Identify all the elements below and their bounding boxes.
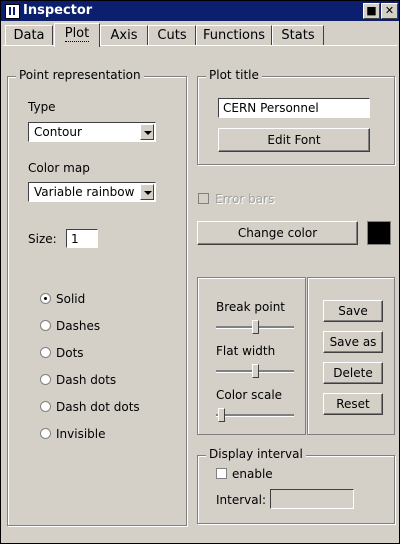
display-interval-group: Display interval enable Interval: xyxy=(197,447,395,524)
radio-solid[interactable] xyxy=(40,293,51,304)
plot-title-legend: Plot title xyxy=(206,68,262,82)
color-swatch[interactable] xyxy=(367,221,391,245)
style-label-dash-dot-dots: Dash dot dots xyxy=(56,400,140,414)
size-input[interactable]: 1 xyxy=(66,229,98,248)
color-scale-slider[interactable] xyxy=(216,408,294,422)
plot-title-input[interactable]: CERN Personnel xyxy=(218,98,370,118)
tab-functions[interactable]: Functions xyxy=(196,25,272,46)
change-color-button[interactable]: Change color xyxy=(197,221,358,245)
tab-cuts[interactable]: Cuts xyxy=(148,25,196,46)
flat-width-slider[interactable] xyxy=(216,364,294,378)
break-point-handle[interactable] xyxy=(252,320,259,334)
style-label-dashes: Dashes xyxy=(56,319,101,333)
tab-axis[interactable]: Axis xyxy=(100,25,148,46)
style-label-dash-dots: Dash dots xyxy=(56,373,117,387)
error-bars-label: Error bars xyxy=(215,192,275,206)
tab-stats[interactable]: Stats xyxy=(272,25,324,46)
radio-invisible[interactable] xyxy=(40,428,51,439)
style-label-invisible: Invisible xyxy=(56,427,106,441)
save-as-button[interactable]: Save as xyxy=(323,331,383,353)
radio-dots[interactable] xyxy=(40,347,51,358)
tab-plot[interactable]: Plot xyxy=(54,23,100,47)
size-label: Size: xyxy=(28,232,57,246)
actions-box: Save Save as Delete Reset xyxy=(307,277,395,435)
chevron-down-icon[interactable] xyxy=(140,124,154,140)
reset-button[interactable]: Reset xyxy=(323,393,383,415)
interval-input[interactable] xyxy=(270,489,354,509)
enable-label: enable xyxy=(232,467,273,481)
radio-dashes[interactable] xyxy=(40,320,51,331)
point-representation-legend: Point representation xyxy=(16,68,144,82)
radio-dash-dot-dots[interactable] xyxy=(40,401,51,412)
point-representation-group: Point representation Type Contour Color … xyxy=(7,68,187,526)
flat-width-label: Flat width xyxy=(216,344,276,358)
break-point-label: Break point xyxy=(216,300,286,314)
delete-button[interactable]: Delete xyxy=(323,362,383,384)
style-label-solid: Solid xyxy=(56,292,86,306)
tab-data[interactable]: Data xyxy=(5,25,53,46)
interval-label: Interval: xyxy=(216,493,266,507)
error-bars-checkbox[interactable] xyxy=(198,193,209,204)
colormap-label: Color map xyxy=(28,161,90,175)
chevron-down-icon[interactable] xyxy=(140,184,154,200)
restore-icon[interactable]: ■ xyxy=(363,3,380,19)
plot-title-group: Plot title CERN Personnel Edit Font xyxy=(197,68,395,165)
colormap-value: Variable rainbow xyxy=(34,185,135,199)
type-value: Contour xyxy=(34,125,82,139)
color-scale-label: Color scale xyxy=(216,388,283,402)
break-point-slider[interactable] xyxy=(216,320,294,334)
style-label-dots: Dots xyxy=(56,346,84,360)
close-icon[interactable]: ✕ xyxy=(381,3,398,19)
color-scale-handle[interactable] xyxy=(218,408,225,422)
radio-dash-dots[interactable] xyxy=(40,374,51,385)
display-interval-legend: Display interval xyxy=(206,447,306,461)
inspector-window: Inspector ■ ✕ Data Plot Axis Cuts Functi… xyxy=(0,0,400,544)
window-title: Inspector xyxy=(23,3,93,18)
type-select[interactable]: Contour xyxy=(28,122,156,142)
colormap-select[interactable]: Variable rainbow xyxy=(28,182,156,202)
flat-width-handle[interactable] xyxy=(252,364,259,378)
enable-checkbox[interactable] xyxy=(216,468,227,479)
title-bar[interactable]: Inspector ■ ✕ xyxy=(1,1,399,21)
sliders-box: Break point Flat width Color scale xyxy=(197,277,306,435)
edit-font-button[interactable]: Edit Font xyxy=(218,128,370,152)
app-icon[interactable] xyxy=(5,4,20,19)
save-button[interactable]: Save xyxy=(323,300,383,322)
type-label: Type xyxy=(28,100,56,114)
